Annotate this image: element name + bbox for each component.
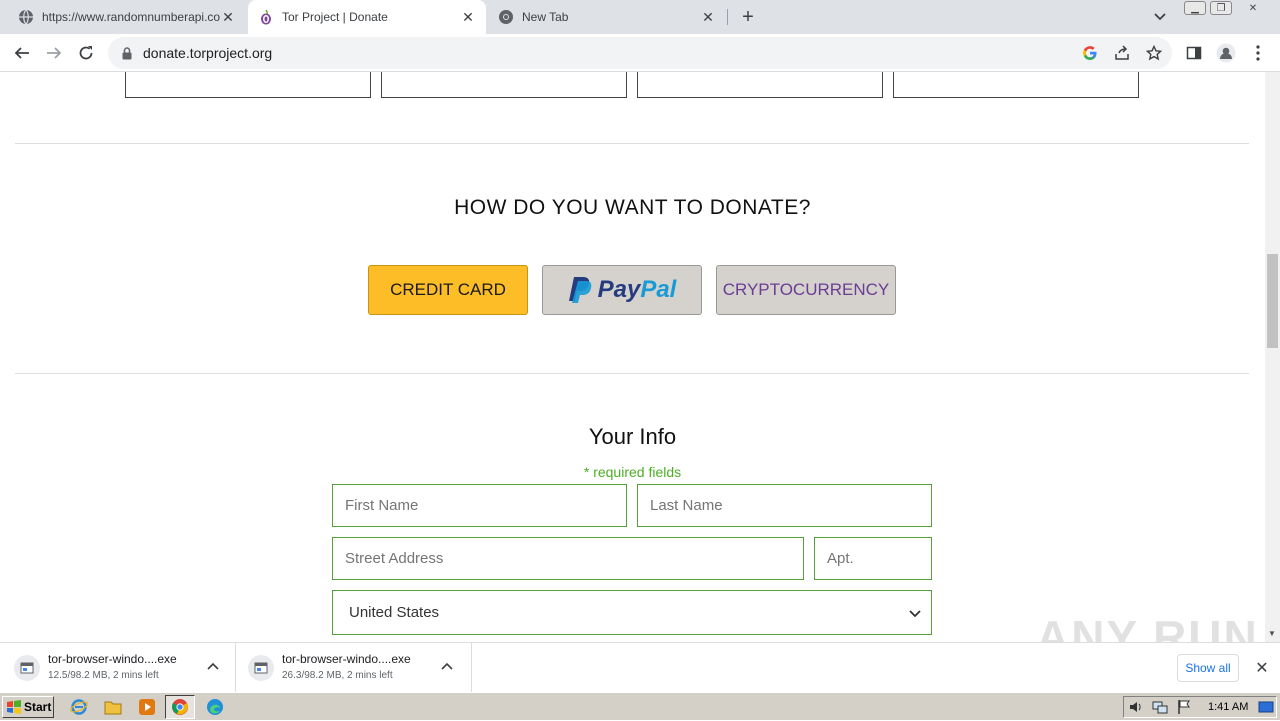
- download-filename: tor-browser-windo....exe: [48, 652, 177, 666]
- first-name-field[interactable]: [332, 484, 627, 527]
- file-exe-icon: [248, 655, 274, 681]
- tab-title: Tor Project | Donate: [282, 10, 388, 24]
- show-all-downloads-button[interactable]: Show all: [1177, 654, 1239, 682]
- credit-card-label: CREDIT CARD: [390, 280, 506, 299]
- country-select[interactable]: United States: [332, 590, 932, 635]
- tab-tor-donate[interactable]: Tor Project | Donate ✕: [248, 0, 486, 34]
- donate-method-heading: HOW DO YOU WANT TO DONATE?: [454, 196, 811, 219]
- chevron-up-icon[interactable]: [440, 659, 454, 673]
- country-selected-value: United States: [349, 604, 440, 621]
- apt-input[interactable]: [827, 538, 931, 579]
- system-tray: [1123, 696, 1277, 718]
- start-label: Start: [24, 700, 52, 714]
- action-center-flag-icon[interactable]: [1176, 699, 1194, 717]
- your-info-title: Your Info: [588, 424, 677, 449]
- scrollbar-thumb[interactable]: [1267, 254, 1278, 348]
- reload-icon[interactable]: [74, 41, 98, 65]
- download-shelf: tor-browser-windo....exe 12.5/98.2 MB, 2…: [0, 642, 1280, 693]
- tab-close-icon[interactable]: ✕: [220, 9, 236, 25]
- cryptocurrency-label: CRYPTOCURRENCY: [722, 280, 890, 299]
- scroll-down-arrow-icon[interactable]: ▼: [1268, 629, 1276, 638]
- street-address-field[interactable]: [332, 537, 804, 580]
- credit-card-button[interactable]: CREDIT CARD: [368, 265, 528, 315]
- page-content: HOW DO YOU WANT TO DONATE? CREDIT CARD P…: [0, 72, 1265, 642]
- google-lens-icon[interactable]: [1078, 41, 1102, 65]
- bookmark-star-icon[interactable]: [1142, 41, 1166, 65]
- window-close-icon[interactable]: ✕: [1242, 1, 1264, 15]
- tab-search-chevron-icon[interactable]: [1150, 7, 1170, 27]
- tab-strip: https://www.randomnumberapi.com ✕ Tor Pr…: [0, 0, 1280, 34]
- amount-option-card[interactable]: [893, 72, 1139, 98]
- amount-option-card[interactable]: [637, 72, 883, 98]
- address-bar[interactable]: donate.torproject.org: [108, 37, 1172, 69]
- internet-explorer-icon[interactable]: [70, 698, 88, 716]
- chrome-taskbar-icon[interactable]: [165, 695, 195, 719]
- tab-title: New Tab: [522, 10, 569, 24]
- download-status: 26.3/98.2 MB, 2 mins left: [282, 670, 393, 681]
- chevron-up-icon[interactable]: [206, 659, 220, 673]
- minimize-icon[interactable]: ▁: [1184, 1, 1206, 15]
- page-scrollbar[interactable]: ▼: [1265, 72, 1280, 642]
- tor-onion-icon: [258, 9, 274, 25]
- globe-icon: [18, 9, 34, 25]
- start-button[interactable]: Start: [2, 696, 54, 718]
- download-item[interactable]: tor-browser-windo....exe 26.3/98.2 MB, 2…: [236, 643, 472, 693]
- amount-option-card[interactable]: [381, 72, 627, 98]
- first-name-input[interactable]: [345, 485, 626, 526]
- last-name-field[interactable]: [637, 484, 932, 527]
- download-status: 12.5/98.2 MB, 2 mins left: [48, 670, 159, 681]
- last-name-input[interactable]: [650, 485, 931, 526]
- side-panel-icon[interactable]: [1182, 41, 1206, 65]
- close-download-shelf-icon[interactable]: ✕: [1252, 658, 1272, 678]
- tab-randomnumberapi[interactable]: https://www.randomnumberapi.com ✕: [8, 0, 246, 34]
- network-icon[interactable]: [1152, 699, 1170, 717]
- paypal-logo-icon: [568, 276, 594, 304]
- section-divider: [15, 373, 1249, 374]
- restore-icon[interactable]: ❐: [1210, 1, 1232, 15]
- tab-close-icon[interactable]: ✕: [460, 9, 476, 25]
- profile-avatar-icon[interactable]: [1214, 41, 1238, 65]
- new-tab-plus-icon[interactable]: +: [736, 5, 760, 29]
- chrome-icon: [498, 9, 514, 25]
- street-address-input[interactable]: [345, 538, 803, 579]
- edge-icon[interactable]: [206, 698, 224, 716]
- cryptocurrency-button[interactable]: CRYPTOCURRENCY: [716, 265, 896, 315]
- show-desktop-icon[interactable]: [1258, 699, 1276, 717]
- volume-icon[interactable]: [1128, 699, 1146, 717]
- menu-kebab-icon[interactable]: [1246, 41, 1270, 65]
- taskbar-clock[interactable]: 1:41 AM: [1208, 701, 1248, 713]
- apt-field[interactable]: [814, 537, 932, 580]
- forward-arrow-icon[interactable]: [42, 41, 66, 65]
- required-fields-note: * required fields: [583, 464, 682, 480]
- url-text[interactable]: donate.torproject.org: [143, 45, 272, 61]
- paypal-wordmark-pay: Pay: [597, 276, 641, 303]
- paypal-wordmark-pal: Pal: [640, 276, 677, 303]
- section-divider: [15, 143, 1249, 144]
- download-item[interactable]: tor-browser-windo....exe 12.5/98.2 MB, 2…: [0, 643, 236, 693]
- download-filename: tor-browser-windo....exe: [282, 652, 411, 666]
- share-icon[interactable]: [1110, 41, 1134, 65]
- paypal-button[interactable]: PayPal: [542, 265, 702, 315]
- browser-toolbar: donate.torproject.org: [0, 34, 1280, 72]
- tab-title: https://www.randomnumberapi.com: [42, 10, 220, 24]
- back-arrow-icon[interactable]: [10, 41, 34, 65]
- windows-logo-icon: [6, 700, 22, 714]
- lock-icon[interactable]: [120, 46, 134, 60]
- file-exe-icon: [14, 655, 40, 681]
- anyrun-watermark: ANY RUN: [1036, 611, 1259, 642]
- media-player-icon[interactable]: [138, 698, 156, 716]
- tab-new-tab[interactable]: New Tab ✕: [488, 0, 726, 34]
- file-explorer-icon[interactable]: [104, 698, 122, 716]
- chevron-down-icon: [909, 605, 921, 622]
- windows-taskbar: Start 1:41 AM: [0, 692, 1280, 720]
- tab-close-icon[interactable]: ✕: [700, 9, 716, 25]
- tab-separator: [727, 9, 728, 25]
- amount-option-card[interactable]: [125, 72, 371, 98]
